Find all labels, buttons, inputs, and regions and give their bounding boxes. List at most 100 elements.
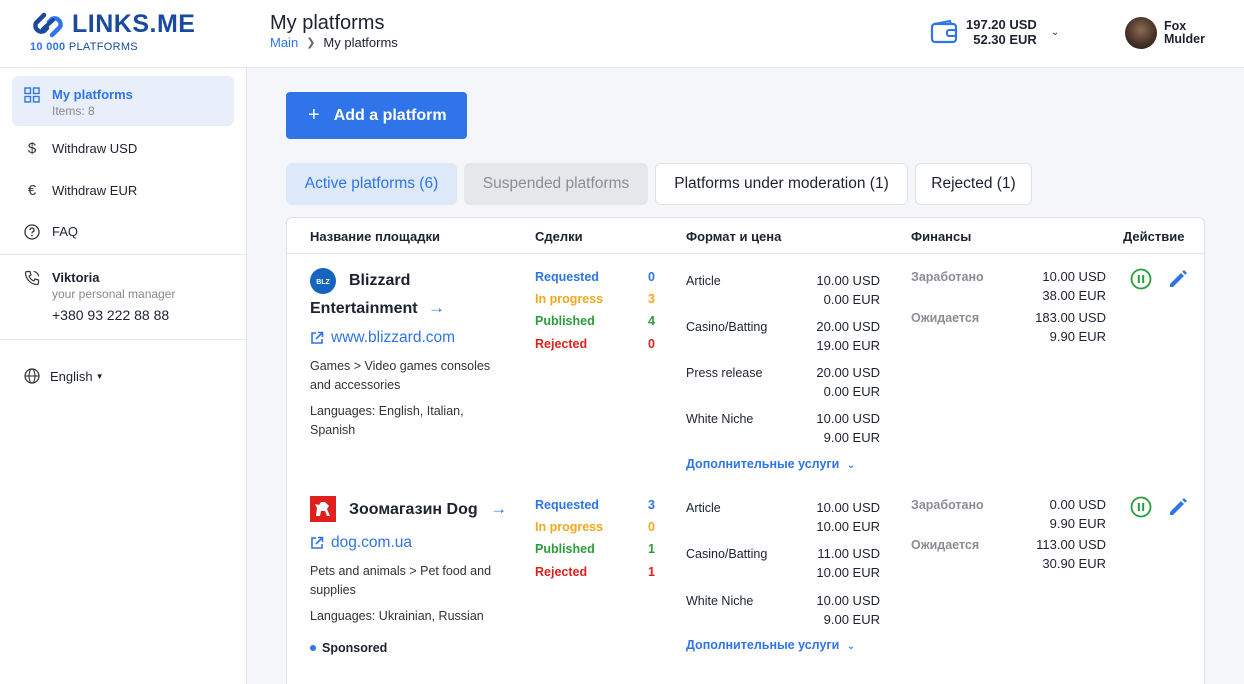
deal-count-rejected[interactable]: 0 <box>625 337 655 351</box>
add-platform-button[interactable]: + Add a platform <box>286 92 467 139</box>
more-services-toggle[interactable]: Дополнительные услуги ⌄ <box>686 457 855 471</box>
balance-values: 197.20 USD 52.30 EUR <box>966 17 1037 47</box>
format-price: 10.00 USD 0.00 EUR <box>816 273 880 307</box>
balance-eur: 52.30 EUR <box>973 32 1037 47</box>
tab-active-platforms[interactable]: Active platforms (6) <box>286 163 457 205</box>
top-header: LINKS.ME 10 000 PLATFORMS My platforms M… <box>0 0 1244 68</box>
tab-suspended-platforms[interactable]: Suspended platforms <box>464 163 648 205</box>
deal-label-requested: Requested <box>535 270 599 284</box>
question-icon <box>24 224 40 240</box>
format-name: Press release <box>686 366 763 380</box>
finance-label-expected: Ожидается <box>911 311 980 325</box>
personal-manager: Viktoria your personal manager +380 93 2… <box>12 270 234 323</box>
deal-label-published: Published <box>535 542 595 556</box>
balance-dropdown[interactable]: 197.20 USD 52.30 EUR ⌄ <box>930 17 1059 47</box>
manager-role: your personal manager <box>52 287 176 301</box>
arrow-right-icon[interactable]: → <box>490 499 507 518</box>
dollar-icon: $ <box>27 140 37 157</box>
tab-rejected[interactable]: Rejected (1) <box>915 163 1032 205</box>
format-name: Casino/Batting <box>686 320 768 334</box>
plus-icon: + <box>308 104 320 126</box>
column-header-deals: Сделки <box>535 229 583 244</box>
chevron-down-icon: ⌄ <box>846 641 856 652</box>
finance-earned: 10.00 USD 38.00 EUR <box>1042 269 1106 303</box>
finance-expected: 113.00 USD 30.90 EUR <box>1036 537 1106 571</box>
deal-count-requested[interactable]: 3 <box>625 498 655 512</box>
platform-url-link[interactable]: dog.com.ua <box>310 534 412 552</box>
sidebar-divider <box>0 254 246 255</box>
breadcrumb: Main ❯ My platforms <box>270 35 398 50</box>
edit-pencil-icon[interactable] <box>1167 496 1189 518</box>
status-dot <box>310 645 316 651</box>
column-header-action: Действие <box>1123 229 1185 244</box>
tab-under-moderation[interactable]: Platforms under moderation (1) <box>655 163 908 205</box>
caret-down-icon: ▼ <box>95 371 104 381</box>
deal-label-published: Published <box>535 314 595 328</box>
deal-label-requested: Requested <box>535 498 599 512</box>
manager-name: Viktoria <box>52 270 100 285</box>
avatar <box>1125 17 1157 49</box>
chevron-right-icon: ❯ <box>306 37 316 49</box>
deal-count-published[interactable]: 4 <box>625 314 655 328</box>
sidebar-item-withdraw-eur[interactable]: € Withdraw EUR <box>12 183 234 199</box>
grid-icon <box>24 87 40 103</box>
sidebar-item-my-platforms[interactable]: My platforms Items: 8 <box>12 76 234 126</box>
external-link-icon <box>311 536 324 549</box>
arrow-right-icon[interactable]: → <box>428 298 445 317</box>
sidebar-item-faq[interactable]: FAQ <box>12 224 234 240</box>
platform-url-link[interactable]: www.blizzard.com <box>310 329 455 347</box>
language-selector[interactable]: English ▼ <box>24 368 104 384</box>
format-name: White Niche <box>686 412 754 426</box>
finance-earned: 0.00 USD 9.90 EUR <box>1049 497 1106 531</box>
pause-icon[interactable] <box>1130 268 1152 290</box>
platform-languages: Languages: English, Italian, Spanish <box>310 404 464 437</box>
sidebar-item-label: My platforms <box>52 87 133 102</box>
deal-count-in-progress[interactable]: 0 <box>625 520 655 534</box>
platform-name-continued[interactable]: Entertainment → <box>310 294 445 322</box>
svg-text:BLZ: BLZ <box>316 279 330 286</box>
deal-label-in-progress: In progress <box>535 520 604 534</box>
edit-pencil-icon[interactable] <box>1167 268 1189 290</box>
more-services-toggle[interactable]: Дополнительные услуги ⌄ <box>686 638 855 652</box>
deal-count-rejected[interactable]: 1 <box>625 565 655 579</box>
wallet-icon <box>930 20 958 44</box>
finance-label-earned: Заработано <box>911 270 984 284</box>
deal-count-in-progress[interactable]: 3 <box>625 292 655 306</box>
finance-expected: 183.00 USD 9.90 EUR <box>1035 310 1106 344</box>
brand-tagline: 10 000 PLATFORMS <box>30 41 138 53</box>
sidebar-item-label: Withdraw USD <box>52 141 138 156</box>
format-price: 10.00 USD 9.00 EUR <box>816 593 880 627</box>
globe-icon <box>24 368 40 384</box>
format-price: 10.00 USD 10.00 EUR <box>816 500 880 534</box>
format-name: Casino/Batting <box>686 547 768 561</box>
deal-label-in-progress: In progress <box>535 292 604 306</box>
format-name: Article <box>686 501 721 515</box>
finance-label-earned: Заработано <box>911 498 984 512</box>
chevron-down-icon: ⌄ <box>1050 26 1060 38</box>
column-header-format: Формат и цена <box>686 229 782 244</box>
sidebar-item-count: Items: 8 <box>52 104 95 118</box>
brand-logo[interactable]: LINKS.ME <box>30 10 195 39</box>
phone-icon <box>24 270 40 286</box>
format-name: Article <box>686 274 721 288</box>
platform-category: Games > Video games consoles and accesso… <box>310 359 491 392</box>
page-title: My platforms <box>270 12 385 34</box>
euro-icon: € <box>27 182 37 199</box>
breadcrumb-home-link[interactable]: Main <box>270 35 298 50</box>
deal-count-requested[interactable]: 0 <box>625 270 655 284</box>
user-menu[interactable]: Fox Mulder <box>1125 17 1205 49</box>
deal-count-published[interactable]: 1 <box>625 542 655 556</box>
deal-label-rejected: Rejected <box>535 337 588 351</box>
column-header-finance: Финансы <box>911 229 972 244</box>
chevron-down-icon: ⌄ <box>846 460 856 471</box>
external-link-icon <box>311 331 324 344</box>
manager-phone[interactable]: +380 93 222 88 88 <box>52 307 175 323</box>
add-platform-label: Add a platform <box>333 106 447 124</box>
finance-label-expected: Ожидается <box>911 538 980 552</box>
format-price: 20.00 USD 19.00 EUR <box>816 319 880 353</box>
platform-name[interactable]: Blizzard <box>349 267 410 294</box>
pause-icon[interactable] <box>1130 496 1152 518</box>
column-header-name: Название площадки <box>310 229 440 244</box>
sidebar-item-withdraw-usd[interactable]: $ Withdraw USD <box>12 141 234 157</box>
platform-name[interactable]: Зоомагазин Dog → <box>349 495 507 523</box>
